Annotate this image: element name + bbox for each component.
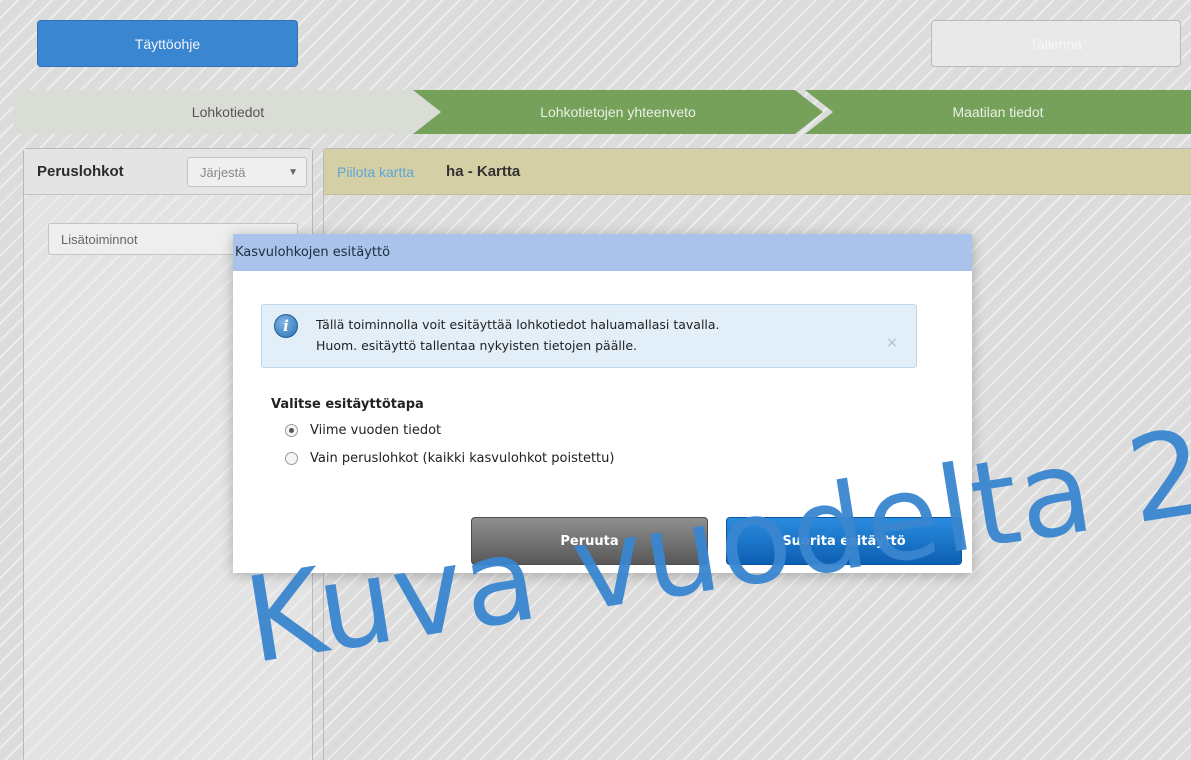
help-button[interactable]: Täyttöohje	[37, 20, 298, 67]
save-button[interactable]: Tallenna	[931, 20, 1181, 67]
radio-last-year[interactable]	[285, 424, 298, 437]
hide-map-link[interactable]: Piilota kartta	[337, 164, 414, 180]
radio-base-only[interactable]	[285, 452, 298, 465]
option-base-only-label: Vain peruslohkot (kaikki kasvulohkot poi…	[310, 451, 615, 466]
map-title: ha - Kartta	[446, 163, 521, 180]
info-alert: i Tällä toiminnolla voit esitäyttää lohk…	[261, 304, 917, 368]
map-header: Piilota kartta ha - Kartta	[324, 149, 1191, 195]
info-text-line-2: Huom. esitäyttö tallentaa nykyisten tiet…	[316, 338, 637, 353]
option-last-year-label: Viime vuoden tiedot	[310, 423, 442, 438]
prefill-method-label: Valitse esitäyttötapa	[271, 397, 424, 412]
sort-select-value: Järjestä	[200, 164, 246, 180]
info-text-line-1: Tällä toiminnolla voit esitäyttää lohkot…	[316, 317, 720, 332]
info-icon: i	[274, 314, 298, 338]
chevron-down-icon: ▼	[288, 166, 298, 178]
step-maatilan-tiedot[interactable]: Maatilan tiedot	[805, 90, 1191, 134]
sort-select[interactable]: Järjestä ▼	[187, 157, 307, 187]
peruslohkot-title: Peruslohkot	[37, 163, 124, 180]
wizard-steps: Lohkotiedot Lohkotietojen yhteenveto Maa…	[13, 90, 1191, 134]
option-base-only[interactable]: Vain peruslohkot (kaikki kasvulohkot poi…	[285, 451, 614, 466]
close-icon[interactable]: ×	[886, 335, 898, 351]
step-lohkotiedot[interactable]: Lohkotiedot	[13, 90, 443, 134]
step-lohkotietojen-yhteenveto[interactable]: Lohkotietojen yhteenveto	[413, 90, 823, 134]
option-last-year[interactable]: Viime vuoden tiedot	[285, 423, 441, 438]
modal-title: Kasvulohkojen esitäyttö	[233, 234, 972, 271]
